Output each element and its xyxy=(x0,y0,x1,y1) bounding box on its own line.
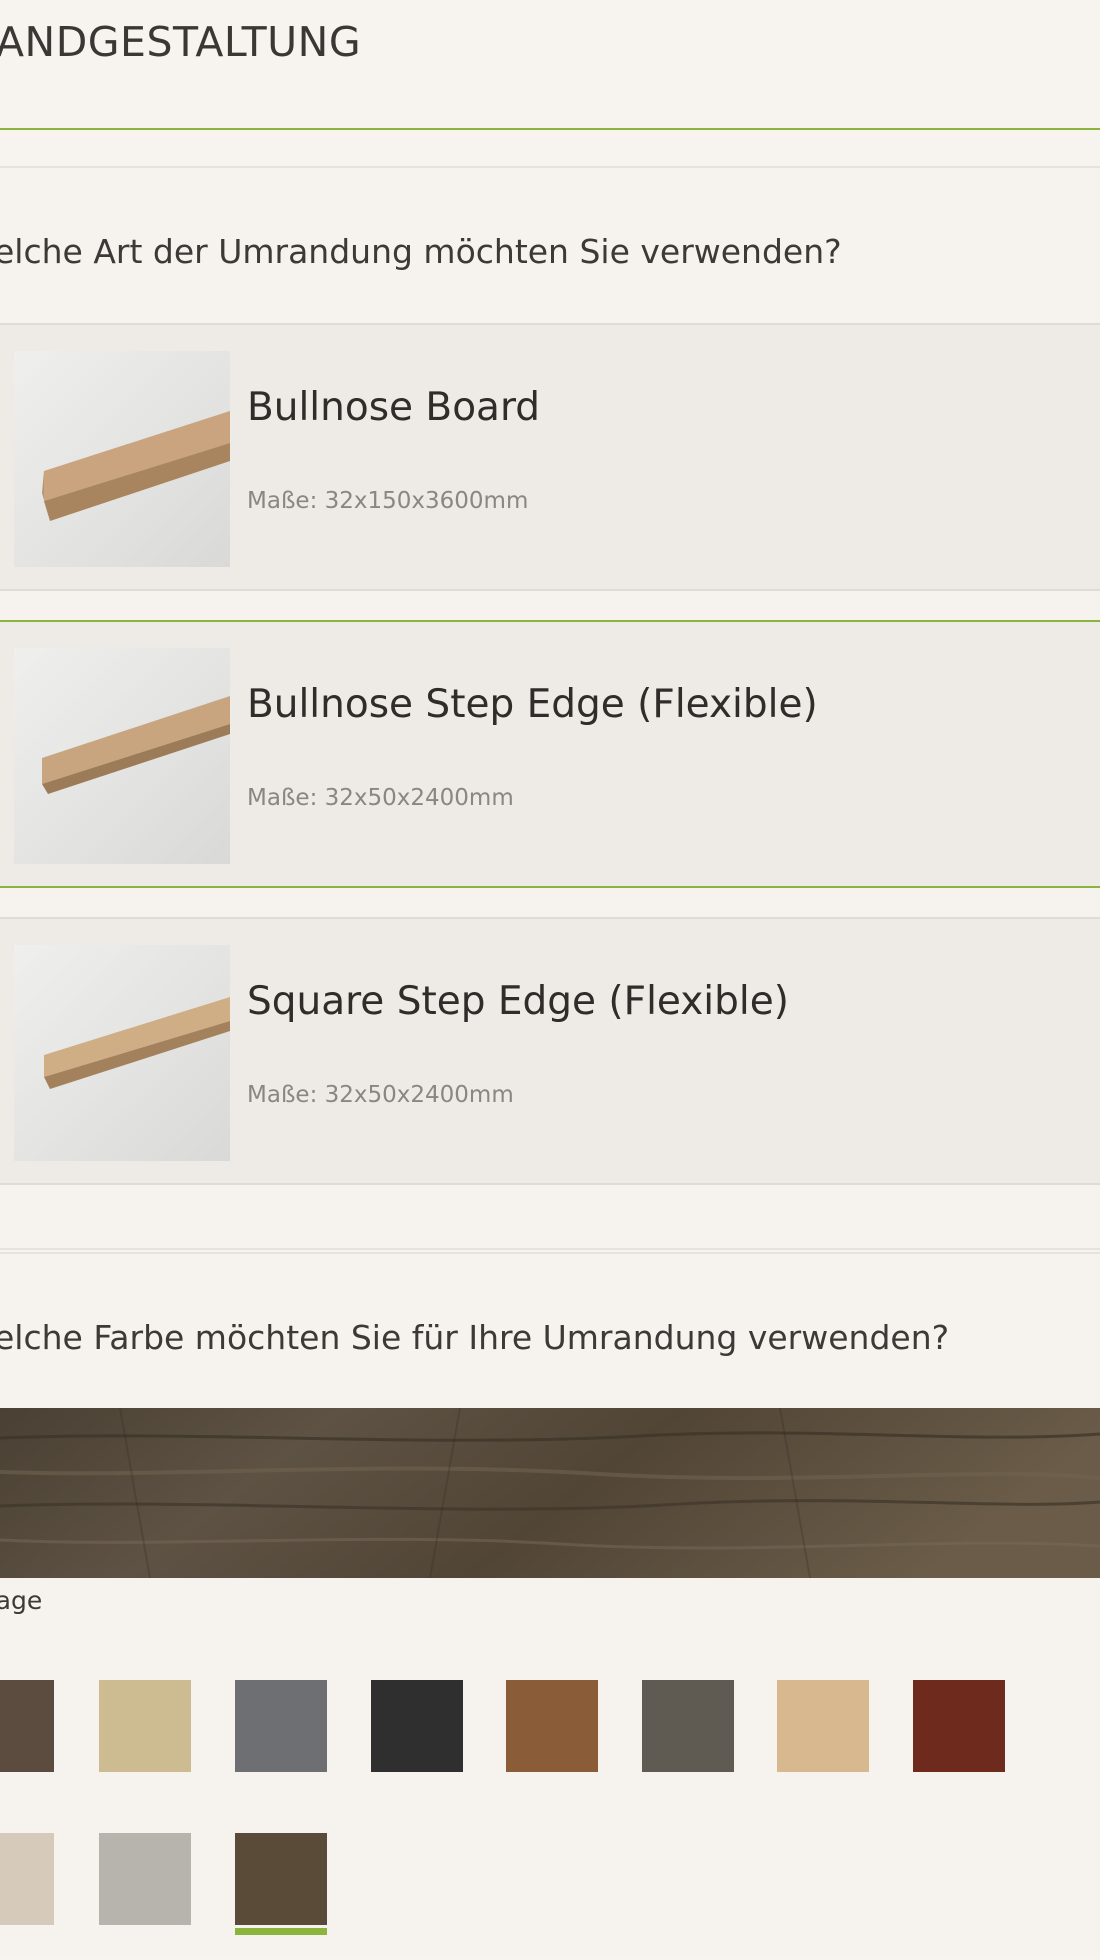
option-dimensions: Maße: 32x50x2400mm xyxy=(247,1082,514,1108)
section-divider xyxy=(0,128,1100,130)
color-swatch[interactable] xyxy=(99,1680,191,1772)
color-swatch[interactable] xyxy=(0,1833,54,1925)
bullnose-board-image xyxy=(14,351,230,567)
square-step-edge-image xyxy=(14,945,230,1161)
option-title: Square Step Edge (Flexible) xyxy=(247,979,789,1024)
option-title: Bullnose Board xyxy=(247,385,541,430)
wood-texture-preview xyxy=(0,1407,1100,1579)
color-swatch[interactable] xyxy=(777,1680,869,1772)
color-swatch[interactable] xyxy=(99,1833,191,1925)
color-swatch[interactable] xyxy=(642,1680,734,1772)
square-edge-illustration xyxy=(44,997,230,1089)
selected-color-name: ntage xyxy=(0,1586,43,1615)
section-title: ANDGESTALTUNG xyxy=(0,18,362,66)
step-edge-illustration xyxy=(42,696,230,794)
selected-swatch-indicator xyxy=(235,1928,327,1935)
color-swatch[interactable] xyxy=(506,1680,598,1772)
section-header: ANDGESTALTUNG xyxy=(0,0,1100,130)
bullnose-step-edge-image xyxy=(14,648,230,864)
board-illustration xyxy=(42,411,230,521)
edge-type-question: elche Art der Umrandung möchten Sie verw… xyxy=(0,232,842,271)
option-bullnose-step-edge[interactable]: Bullnose Step Edge (Flexible) Maße: 32x5… xyxy=(0,620,1100,888)
option-dimensions: Maße: 32x50x2400mm xyxy=(247,785,514,811)
option-title: Bullnose Step Edge (Flexible) xyxy=(247,682,818,727)
edge-color-question: elche Farbe möchten Sie für Ihre Umrandu… xyxy=(0,1318,950,1357)
color-swatch-selected[interactable] xyxy=(235,1833,327,1925)
selected-color-preview xyxy=(0,1407,1100,1579)
option-square-step-edge[interactable]: Square Step Edge (Flexible) Maße: 32x50x… xyxy=(0,917,1100,1185)
color-swatch[interactable] xyxy=(371,1680,463,1772)
color-swatch[interactable] xyxy=(913,1680,1005,1772)
option-bullnose-board[interactable]: Bullnose Board Maße: 32x150x3600mm xyxy=(0,323,1100,591)
color-swatch[interactable] xyxy=(235,1680,327,1772)
color-swatch[interactable] xyxy=(0,1680,54,1772)
option-dimensions: Maße: 32x150x3600mm xyxy=(247,488,529,514)
